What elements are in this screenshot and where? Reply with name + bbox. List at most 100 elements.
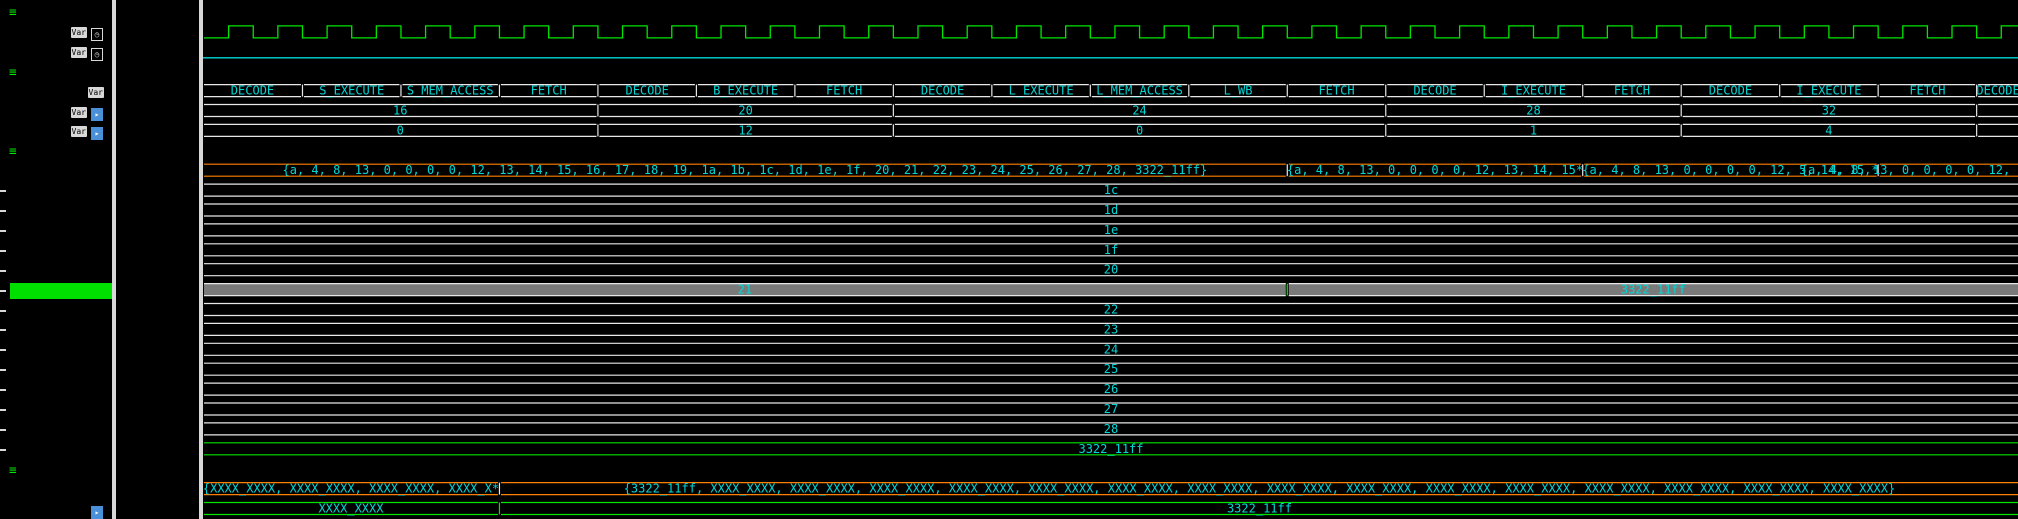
value-row-g1[interactable] (116, 2, 200, 22)
signal-row-mem031[interactable] (0, 161, 112, 181)
signal-row-mem0[interactable]: ▸ (0, 500, 112, 519)
var-icon: Var (70, 26, 87, 38)
value-row-mem25[interactable] (116, 320, 200, 340)
signal-name: Var ▸ (70, 121, 108, 141)
signal-row-mem28[interactable] (0, 380, 112, 400)
group-icon[interactable]: ≡ (9, 143, 17, 158)
signal-row-mem23[interactable] (0, 281, 112, 301)
value-row-mem20[interactable] (116, 221, 200, 241)
mem19-value-label: 1d (1104, 203, 1118, 217)
row-marker (0, 409, 6, 411)
waveform-canvas[interactable]: DECODE S_EXECUTE S_MEM_ACCESS FETCH DECODE B_… (203, 0, 2018, 519)
value-row-mem28[interactable] (116, 380, 200, 400)
value-row-mem0[interactable] (116, 500, 200, 519)
state-value-label: DECODE (921, 84, 964, 98)
state-value-label: FETCH (826, 84, 862, 98)
mem27-value-label: 25 (1104, 362, 1118, 376)
signal-row-state[interactable]: Var (0, 82, 112, 102)
signal-row-mem31[interactable] (0, 440, 112, 460)
var-icon: Var (70, 126, 87, 138)
signal-row-clk[interactable]: Var ◷ (0, 22, 112, 42)
signal-row-mem27[interactable] (0, 360, 112, 380)
clk-waveform (204, 25, 2018, 39)
row-marker (0, 448, 6, 451)
var-icon: Var (87, 86, 104, 98)
signal-row-pc[interactable]: Var ▸ (0, 102, 112, 122)
value-row-mem30[interactable] (116, 420, 200, 440)
mem0-value-label: 3322_11ff (1227, 502, 1292, 516)
value-row-g3[interactable] (116, 141, 200, 161)
state-value-label: L_WB (1224, 84, 1253, 98)
mem031-value-label: {a, 4, 8, 13, 0, 0, 0, 0, 12, 5, 14, 15,… (1801, 163, 2018, 177)
signal-row-g2[interactable]: ≡ (0, 62, 112, 82)
state-value-label: S_EXECUTE (319, 84, 384, 98)
signal-row-mem29[interactable] (0, 400, 112, 420)
value-row-mem23[interactable] (116, 281, 200, 301)
signal-row-imm[interactable]: Var ▸ (0, 121, 112, 141)
value-row-imm[interactable] (116, 121, 200, 141)
signal-row-mem21[interactable] (0, 241, 112, 261)
row-marker (0, 210, 6, 212)
wire-icon: ▸ (91, 107, 103, 121)
signal-row-mem24[interactable] (0, 301, 112, 321)
state-value-label: I_EXECUTE (1501, 84, 1566, 98)
value-row-g4[interactable] (116, 460, 200, 480)
signal-row-g1[interactable]: ≡ (0, 2, 112, 22)
signal-row-g3[interactable]: ≡ (0, 141, 112, 161)
value-row-pc[interactable] (116, 102, 200, 122)
value-row-mem31[interactable] (116, 440, 200, 460)
signal-row-mem19[interactable] (0, 201, 112, 221)
pc-value-label: 16 (393, 104, 407, 118)
signal-row-mem015[interactable] (0, 480, 112, 500)
signal-values-pane[interactable] (116, 0, 200, 519)
value-row-mem22[interactable] (116, 261, 200, 281)
row-marker (0, 229, 6, 232)
state-value-label: DECODE (1709, 84, 1752, 98)
state-value-label: FETCH (1318, 84, 1354, 98)
value-row-mem24[interactable] (116, 301, 200, 321)
signal-row-mem20[interactable] (0, 221, 112, 241)
row-marker (0, 289, 6, 292)
value-row-mem031[interactable] (116, 161, 200, 181)
value-row-mem26[interactable] (116, 340, 200, 360)
group-icon[interactable]: ≡ (9, 64, 17, 79)
value-row-mem015[interactable] (116, 480, 200, 500)
clock-icon: ◷ (91, 27, 103, 41)
value-row-mem27[interactable] (116, 360, 200, 380)
group-icon[interactable]: ≡ (9, 462, 17, 477)
value-row-g2[interactable] (116, 62, 200, 82)
mem031-value-label: {a, 4, 8, 13, 0, 0, 0, 0, 12, 13, 14, 15… (1287, 163, 1583, 177)
state-value-label: DECODE (231, 84, 274, 98)
signal-names-pane[interactable]: ≡ Var ◷ Var ◷ ≡ Var Var ▸ Var ▸ ≡ ≡ ▸ (0, 0, 112, 519)
value-row-reset[interactable] (116, 42, 200, 62)
signal-name: Var (87, 82, 108, 102)
value-row-state[interactable] (116, 82, 200, 102)
mem22-value-label: 20 (1104, 263, 1118, 277)
mem29-value-label: 27 (1104, 402, 1118, 416)
mem015-value-label: {3322_11ff, XXXX_XXXX, XXXX_XXXX, XXXX_X… (624, 482, 1896, 496)
signal-row-mem26[interactable] (0, 340, 112, 360)
signal-name: Var ◷ (70, 22, 108, 42)
signal-row-mem30[interactable] (0, 420, 112, 440)
mem26-value-label: 24 (1104, 342, 1118, 356)
group-icon[interactable]: ≡ (9, 4, 17, 19)
value-row-mem18[interactable] (116, 181, 200, 201)
pc-value-label: 32 (1822, 104, 1836, 118)
signal-row-reset[interactable]: Var ◷ (0, 42, 112, 62)
value-row-mem21[interactable] (116, 241, 200, 261)
var-icon: Var (70, 46, 87, 58)
value-row-mem29[interactable] (116, 400, 200, 420)
signal-row-mem25[interactable] (0, 320, 112, 340)
var-icon: Var (70, 106, 87, 118)
state-value-label: DECODE (625, 84, 668, 98)
mem015-value-label: {XXXX_XXXX, XXXX_XXXX, XXXX_XXXX, XXXX_X… (203, 482, 499, 496)
state-value-label: FETCH (1909, 84, 1945, 98)
value-row-mem19[interactable] (116, 201, 200, 221)
signal-row-mem22[interactable] (0, 261, 112, 281)
value-row-clk[interactable] (116, 22, 200, 42)
state-value-label: FETCH (531, 84, 567, 98)
signal-row-mem18[interactable] (0, 181, 112, 201)
signal-row-g4[interactable]: ≡ (0, 460, 112, 480)
waveform-pane[interactable]: DECODE S_EXECUTE S_MEM_ACCESS FETCH DECODE B_… (203, 0, 2018, 519)
row-marker (0, 329, 6, 332)
